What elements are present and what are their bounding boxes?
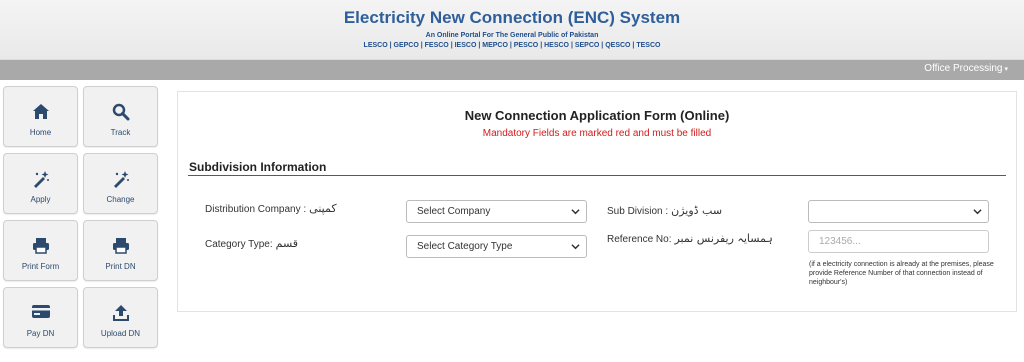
site-header: Electricity New Connection (ENC) System …: [0, 0, 1024, 60]
category-type-label-text: Category Type:: [205, 239, 273, 250]
print-dn-button[interactable]: Print DN: [83, 220, 158, 281]
reference-no-input[interactable]: [808, 230, 989, 253]
reference-no-label-text: Reference No:: [607, 234, 672, 245]
chevron-down-icon: [571, 209, 580, 215]
company-list: LESCO | GEPCO | FESCO | IESCO | MEPCO | …: [363, 42, 661, 49]
distribution-company-label: Distribution Company : کمپنی: [205, 202, 337, 215]
apply-button[interactable]: Apply: [3, 153, 78, 214]
change-button[interactable]: Change: [83, 153, 158, 214]
site-title: Electricity New Connection (ENC) System: [343, 8, 681, 27]
credit-card-icon: [31, 305, 50, 318]
printer-icon: [112, 238, 129, 254]
office-processing-menu[interactable]: Office Processing ▾: [924, 63, 1008, 74]
home-icon: [32, 104, 49, 119]
home-label: Home: [29, 128, 52, 137]
change-label: Change: [106, 195, 135, 204]
sub-division-select[interactable]: [808, 200, 989, 223]
upload-dn-button[interactable]: Upload DN: [83, 287, 158, 348]
form-title: New Connection Application Form (Online): [464, 108, 730, 123]
print-form-button[interactable]: Print Form: [3, 220, 78, 281]
section-divider: [188, 175, 1006, 176]
pay-dn-label: Pay DN: [26, 329, 55, 338]
section-title: Subdivision Information: [189, 160, 327, 174]
print-dn-label: Print DN: [105, 262, 136, 271]
home-button[interactable]: Home: [3, 86, 78, 147]
chevron-down-icon: [571, 244, 580, 250]
office-processing-label: Office Processing: [924, 63, 1003, 74]
distribution-company-select[interactable]: Select Company: [406, 200, 587, 223]
caret-down-icon: ▾: [1004, 66, 1008, 73]
mandatory-note: Mandatory Fields are marked red and must…: [482, 128, 712, 139]
sub-division-label-text: Sub Division :: [607, 206, 669, 217]
category-type-value: Select Category Type: [417, 241, 513, 252]
sub-division-urdu: سب ڈویژن: [671, 204, 723, 217]
reference-no-urdu: ہمسایہ ریفرنس نمبر: [674, 232, 773, 245]
application-form-panel: New Connection Application Form (Online)…: [177, 91, 1017, 312]
pay-dn-button[interactable]: Pay DN: [3, 287, 78, 348]
magic-wand-icon: [113, 171, 129, 188]
search-icon: [112, 103, 129, 121]
distribution-company-value: Select Company: [417, 206, 491, 217]
category-type-select[interactable]: Select Category Type: [406, 235, 587, 258]
chevron-down-icon: [973, 209, 982, 215]
magic-wand-icon: [33, 171, 49, 188]
distribution-company-urdu: کمپنی: [309, 202, 337, 215]
site-tagline: An Online Portal For The General Public …: [425, 32, 599, 39]
nav-bar: Office Processing ▾: [0, 60, 1024, 80]
reference-no-label: Reference No: ہمسایہ ریفرنس نمبر: [607, 232, 773, 245]
upload-dn-label: Upload DN: [100, 329, 141, 338]
print-form-label: Print Form: [21, 262, 60, 271]
sub-division-label: Sub Division : سب ڈویژن: [607, 204, 722, 217]
category-type-urdu: قسم: [275, 237, 299, 250]
reference-no-help: (if a electricity connection is already …: [809, 261, 994, 286]
distribution-company-label-text: Distribution Company :: [205, 204, 307, 215]
track-label: Track: [110, 128, 131, 137]
category-type-label: Category Type: قسم: [205, 237, 298, 250]
upload-icon: [112, 305, 129, 321]
track-button[interactable]: Track: [83, 86, 158, 147]
apply-label: Apply: [30, 195, 51, 204]
printer-icon: [32, 238, 49, 254]
